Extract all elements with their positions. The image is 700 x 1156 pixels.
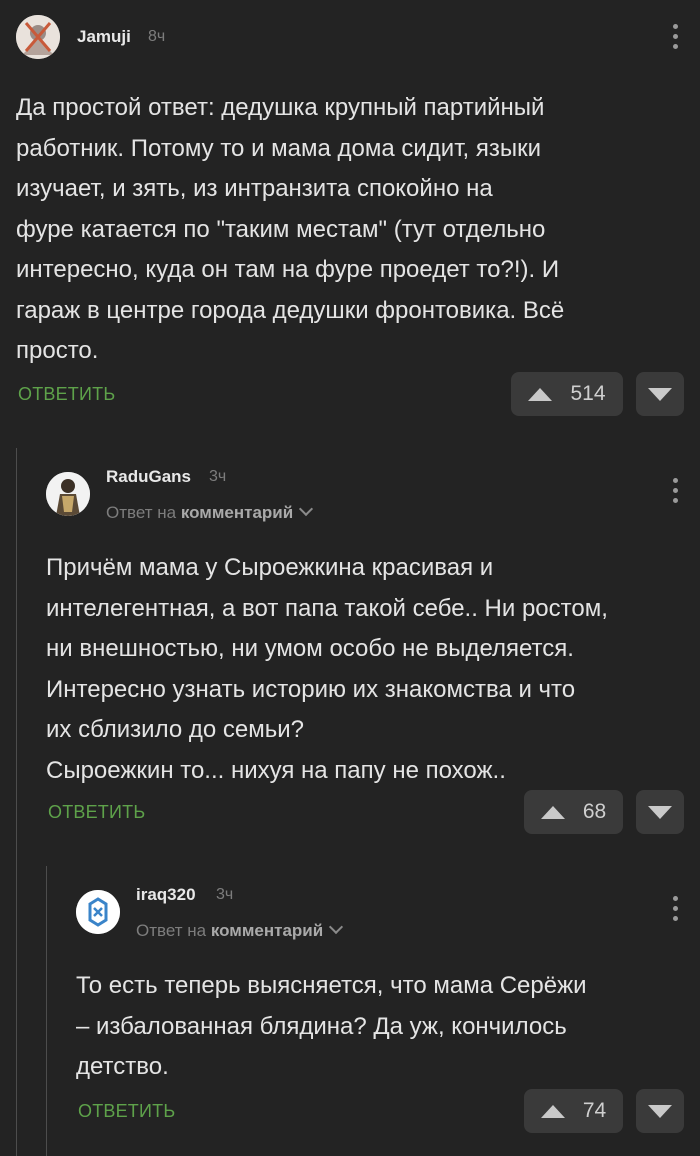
comment-time: 8ч bbox=[148, 28, 166, 45]
comment-text: Да простой ответ: дедушка крупный партий… bbox=[16, 94, 565, 364]
reply-prefix: Ответ на bbox=[136, 921, 207, 940]
downvote-button[interactable] bbox=[636, 1089, 684, 1133]
avatar[interactable] bbox=[46, 472, 90, 516]
arrow-down-icon bbox=[648, 387, 672, 401]
reply-to-link[interactable]: Ответ на комментарий bbox=[136, 919, 344, 941]
arrow-up-icon bbox=[540, 805, 565, 819]
arrow-down-icon bbox=[648, 1104, 672, 1118]
more-options-icon[interactable] bbox=[672, 478, 678, 508]
reply-button[interactable]: ОТВЕТИТЬ bbox=[48, 802, 145, 823]
more-options-icon[interactable] bbox=[672, 896, 678, 926]
reply-prefix: Ответ на bbox=[106, 503, 177, 522]
comment-text: Причём мама у Сыроежкина красивая и инте… bbox=[46, 554, 608, 784]
arrow-up-icon bbox=[540, 1104, 565, 1118]
avatar[interactable] bbox=[16, 15, 60, 59]
reply-to-link[interactable]: Ответ на комментарий bbox=[106, 501, 314, 523]
avatar-image-icon bbox=[46, 472, 90, 516]
comment-author[interactable]: RaduGans bbox=[106, 467, 191, 487]
comment-time: 3ч bbox=[216, 886, 234, 903]
downvote-button[interactable] bbox=[636, 372, 684, 416]
thread-line-level1 bbox=[16, 448, 17, 1156]
thread-line-level2 bbox=[46, 866, 47, 1156]
vote-count: 74 bbox=[582, 1099, 607, 1122]
upvote-button[interactable]: 514 bbox=[511, 372, 623, 416]
arrow-down-icon bbox=[648, 805, 672, 819]
more-options-icon[interactable] bbox=[672, 24, 678, 54]
chevron-down-icon bbox=[299, 501, 314, 517]
comment-text: То есть теперь выясняется, что мама Серё… bbox=[76, 972, 587, 1080]
reply-button[interactable]: ОТВЕТИТЬ bbox=[18, 384, 115, 405]
arrow-up-icon bbox=[528, 387, 553, 401]
comment-author[interactable]: Jamuji bbox=[77, 27, 131, 47]
reply-button[interactable]: ОТВЕТИТЬ bbox=[78, 1101, 175, 1122]
comment-time: 3ч bbox=[209, 468, 227, 485]
vote-count: 68 bbox=[582, 800, 607, 823]
reply-target[interactable]: комментарий bbox=[211, 921, 323, 940]
avatar-image-icon bbox=[76, 890, 120, 934]
chevron-down-icon bbox=[329, 919, 344, 935]
downvote-button[interactable] bbox=[636, 790, 684, 834]
avatar-image-icon bbox=[16, 15, 60, 59]
upvote-button[interactable]: 74 bbox=[524, 1089, 623, 1133]
comment-author[interactable]: iraq320 bbox=[136, 885, 196, 905]
vote-count: 514 bbox=[570, 382, 606, 405]
reply-target[interactable]: комментарий bbox=[181, 503, 293, 522]
avatar[interactable] bbox=[76, 890, 120, 934]
upvote-button[interactable]: 68 bbox=[524, 790, 623, 834]
